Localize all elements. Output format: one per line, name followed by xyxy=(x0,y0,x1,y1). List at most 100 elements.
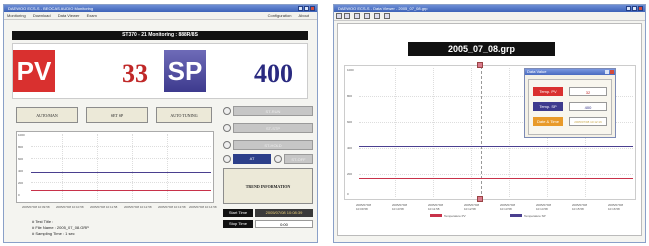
maximize-button[interactable] xyxy=(632,6,637,11)
legend-label-sp: Temperature SP xyxy=(524,214,546,218)
x-tick: 2005/07/08 10:15:58 xyxy=(572,203,588,211)
y-tick: 400 xyxy=(18,169,24,173)
status-radio-1[interactable] xyxy=(223,107,231,115)
auto-man-button[interactable]: AUTO/MAN xyxy=(16,107,78,123)
popup-close-icon[interactable] xyxy=(610,70,614,74)
trend-information-button[interactable]: TREND INFORMATION xyxy=(223,168,313,204)
status-radio-3[interactable] xyxy=(223,141,231,149)
x-tick: 2005/07/08 10:11:58 xyxy=(428,203,444,211)
set-sp-button[interactable]: SET SP xyxy=(86,107,148,123)
pv-label: PV xyxy=(13,50,55,92)
menu-data-viewer[interactable]: Data Viewer xyxy=(55,13,83,18)
status-radio-2[interactable] xyxy=(223,124,231,132)
at-indicator: AT xyxy=(233,154,271,164)
at-off: ST-OFF xyxy=(284,154,313,164)
at-radio[interactable] xyxy=(223,155,231,163)
stop-time-label: Stop Time xyxy=(223,220,253,228)
grid-line xyxy=(31,146,211,147)
viewer-title: DAEWOO ECS-S - Data Viewer - 2005_07_08.… xyxy=(338,6,428,11)
menu-monitoring[interactable]: Monitoring xyxy=(4,13,29,18)
grid-line xyxy=(31,182,211,183)
cursor-top-marker[interactable] xyxy=(477,62,483,68)
y-tick: 600 xyxy=(347,120,353,124)
y-tick: 1000 xyxy=(18,133,25,137)
menu-about[interactable]: About xyxy=(296,13,312,18)
status-hold: ST-HOLD xyxy=(233,140,313,150)
y-tick: 0 xyxy=(347,192,349,196)
cursor-bottom-marker[interactable] xyxy=(477,196,483,202)
x-tick: 2005/07/08 10:13:58 xyxy=(500,203,516,211)
settings-icon[interactable] xyxy=(384,13,390,19)
x-tick: 2005/07/08 10:14:58 xyxy=(536,203,552,211)
x-tick: 2005/07/08 10:11:58 xyxy=(90,205,118,209)
y-tick: 0 xyxy=(18,193,20,197)
viewer-titlebar: DAEWOO ECS-S - Data Viewer - 2005_07_08.… xyxy=(334,5,645,12)
test-title: # Test Title : xyxy=(32,219,54,224)
x-tick: 2005/07/08 10:13:58 xyxy=(158,205,186,209)
x-tick: 2005/07/08 10:16:58 xyxy=(608,203,624,211)
y-tick: 800 xyxy=(18,145,24,149)
date-time-value: 2005/07/08 10:12:16 xyxy=(569,117,607,126)
auto-tuning-button[interactable]: AUTO TUNING xyxy=(156,107,212,123)
legend-label-pv: Temperature PV xyxy=(444,214,466,218)
pv-value: 33 xyxy=(122,59,148,88)
x-tick: 2005/07/08 10:09:58 xyxy=(22,205,50,209)
sp-value: 400 xyxy=(254,59,293,88)
temp-sp-value: 400 xyxy=(569,102,607,111)
maximize-button[interactable] xyxy=(304,6,309,11)
file-name: # File Name : 2005_07_08.GRP xyxy=(32,225,89,230)
x-tick: 2005/07/08 10:14:58 xyxy=(189,205,217,209)
popup-help-icon[interactable] xyxy=(605,70,609,74)
stop-time-value: 0:00 xyxy=(255,220,313,228)
menu-right: Configuration About xyxy=(262,12,315,19)
y-tick: 200 xyxy=(18,181,24,185)
legend-swatch-pv xyxy=(430,214,442,217)
temp-pv-value: 32 xyxy=(569,87,607,96)
y-tick: 200 xyxy=(347,172,353,176)
start-time-value: 2005/07/08 10:08:39 xyxy=(255,209,313,217)
grid-line xyxy=(359,174,633,175)
print-icon[interactable] xyxy=(374,13,380,19)
zoom-out-icon[interactable] xyxy=(364,13,370,19)
x-tick: 2005/07/08 10:12:58 xyxy=(464,203,480,211)
popup-title: Data Value xyxy=(527,69,547,74)
sp-series-line xyxy=(31,172,211,173)
close-button[interactable] xyxy=(310,6,315,11)
x-tick: 2005/07/08 10:09:58 xyxy=(356,203,372,211)
minimize-button[interactable] xyxy=(626,6,631,11)
viewer-window-controls xyxy=(626,6,643,11)
x-tick: 2005/07/08 10:10:58 xyxy=(392,203,408,211)
status-stop: ST-STP xyxy=(233,123,313,133)
popup-titlebar: Data Value xyxy=(525,69,615,75)
minimize-button[interactable] xyxy=(298,6,303,11)
date-time-label: Date & Time xyxy=(533,117,563,126)
data-viewer-window: DAEWOO ECS-S - Data Viewer - 2005_07_08.… xyxy=(333,4,646,243)
x-tick: 2005/07/08 10:12:58 xyxy=(124,205,152,209)
menu-configuration[interactable]: Configuration xyxy=(265,13,295,18)
pv-series-line xyxy=(359,178,633,179)
window-title: DAEWOO ECS-S - BEOCAS AUDIO Monitoring xyxy=(8,6,94,11)
temp-sp-label: Temp. SP xyxy=(533,102,563,111)
close-button[interactable] xyxy=(638,6,643,11)
pv-series-line xyxy=(31,190,211,191)
zoom-in-icon[interactable] xyxy=(354,13,360,19)
grid-line xyxy=(31,158,211,159)
monitoring-titlebar: DAEWOO ECS-S - BEOCAS AUDIO Monitoring xyxy=(4,5,317,12)
temp-pv-label: Temp. PV xyxy=(533,87,563,96)
x-tick: 2005/07/08 10:10:58 xyxy=(56,205,84,209)
data-value-popup: Data Value Temp. PV 32 Temp. SP 400 Date… xyxy=(524,68,616,138)
menu-download[interactable]: Download xyxy=(30,13,54,18)
y-tick: 1000 xyxy=(347,68,354,72)
sp-label: SP xyxy=(164,50,206,92)
open-file-icon[interactable] xyxy=(336,13,342,19)
y-tick: 600 xyxy=(18,157,24,161)
at-off-radio[interactable] xyxy=(274,155,282,163)
cursor-line xyxy=(481,66,482,199)
menu-exam[interactable]: Exam xyxy=(84,13,100,18)
save-icon[interactable] xyxy=(344,13,350,19)
y-tick: 800 xyxy=(347,94,353,98)
file-title: 2005_07_08.grp xyxy=(408,42,555,56)
grid-line xyxy=(359,148,633,149)
status-run: ST-RUN xyxy=(233,106,313,116)
menu-bar: Monitoring Download Data Viewer Exam Con… xyxy=(4,12,317,20)
